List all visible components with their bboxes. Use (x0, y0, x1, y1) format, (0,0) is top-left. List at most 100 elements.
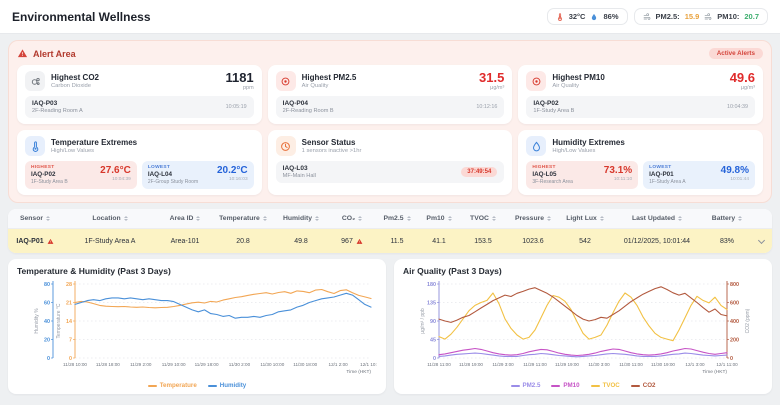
legend-item[interactable]: TVOC (590, 382, 620, 389)
top-header: Environmental Wellness 32°C 86% PM2.5: 1… (0, 0, 780, 34)
sort-icon (196, 216, 201, 221)
sensor-location: 1F-Study Area B (31, 179, 68, 185)
svg-text:12/1 11:00: 12/1 11:00 (716, 362, 738, 367)
row-expand-button[interactable] (750, 236, 772, 244)
legend-marker (147, 384, 157, 387)
column-header-location[interactable]: Location (62, 215, 158, 222)
cell-sensor: IAQ-P01 (16, 237, 44, 245)
header-pm25-label: PM2.5: (655, 12, 680, 21)
sort-icon (262, 216, 267, 221)
svg-text:11/30 10:00: 11/30 10:00 (260, 362, 284, 367)
legend-item[interactable]: Humidity (207, 382, 246, 389)
card-unit: μg/m³ (490, 85, 505, 91)
svg-text:200: 200 (730, 338, 739, 344)
legend-item[interactable]: Temperature (147, 382, 197, 389)
header-status-pills: 32°C 86% PM2.5: 15.9 PM10: 20.7 (546, 8, 768, 25)
sort-icon (447, 216, 452, 221)
svg-text:Humidity %: Humidity % (34, 308, 40, 334)
svg-text:40: 40 (44, 319, 50, 325)
droplet-icon (532, 141, 540, 151)
svg-text:μg/m³ / ppb: μg/m³ / ppb (420, 308, 426, 334)
card-unit: ppm (242, 85, 254, 91)
card-subtitle: Carbon Dioxide (51, 83, 91, 90)
svg-text:0: 0 (47, 356, 50, 362)
cell-humidity: 49.8 (294, 237, 308, 245)
sort-icon (46, 216, 51, 221)
active-alerts-badge: Active Alerts (708, 48, 763, 59)
column-header-light-lux[interactable]: Light Lux (560, 215, 610, 222)
sensor-id: IAQ-P03 (32, 100, 58, 107)
inactive-duration-badge: 37:49:54 (461, 167, 498, 177)
cell-battery: 83% (719, 237, 734, 245)
sensor-id: IAQ-L04 (147, 171, 172, 178)
legend-item[interactable]: CO2 (630, 382, 656, 389)
svg-text:12/1 10:00: 12/1 10:00 (360, 362, 377, 367)
chart-title: Temperature & Humidity (Past 3 Days) (17, 266, 171, 276)
header-humidity: 86% (603, 12, 619, 21)
svg-text:12/1 3:00: 12/1 3:00 (685, 362, 705, 367)
alert-area-title: Alert Area (33, 48, 76, 59)
svg-text:11/30 2:00: 11/30 2:00 (229, 362, 251, 367)
column-header-sensor[interactable]: Sensor (8, 215, 62, 222)
svg-text:135: 135 (427, 301, 436, 307)
wind-icon (643, 12, 650, 20)
inactive-sensor-row: IAQ-L03 MF-Main Hall 37:49:54 (275, 161, 505, 183)
column-header-humidity[interactable]: Humidity (274, 215, 328, 222)
svg-text:11/30 11:00: 11/30 11:00 (619, 362, 643, 367)
svg-text:14: 14 (66, 319, 72, 325)
card-subtitle: 1 sensors inactive >1hr (301, 148, 362, 155)
co2-icon (31, 77, 40, 85)
clock-icon (281, 141, 291, 151)
highest-pm25-card: Highest PM2.5 Air Quality 31.5 μg/m³ IAQ… (267, 65, 513, 124)
card-value: 49.6 (729, 70, 755, 85)
card-value: 31.5 (479, 70, 505, 85)
pm-target-icon (532, 77, 541, 85)
svg-text:11/29 3:00: 11/29 3:00 (492, 362, 514, 367)
column-header-co2[interactable]: CO₂ (328, 215, 376, 222)
svg-text:11/28 18:00: 11/28 18:00 (96, 362, 120, 367)
svg-text:11/29 19:00: 11/29 19:00 (555, 362, 579, 367)
extreme-time: 10:04:39 (112, 177, 131, 182)
column-header-pm25[interactable]: Pm2.5 (376, 215, 418, 222)
sensor-table: Sensor Location Area ID Temperature Humi… (8, 209, 772, 253)
column-header-tvoc[interactable]: TVOC (460, 215, 506, 222)
sort-icon (738, 216, 743, 221)
droplet-icon (592, 13, 597, 20)
cell-pm25: 11.5 (390, 237, 404, 245)
svg-text:7: 7 (69, 338, 72, 344)
legend-item[interactable]: PM10 (551, 382, 580, 389)
legend-label: TVOC (602, 382, 620, 389)
lowest-humidity-box: LOWEST IAQ-P01 1F-Study Area A 49.8% 10:… (643, 161, 755, 189)
extreme-time: 10:16:03 (228, 177, 248, 182)
cell-pm10: 41.1 (432, 237, 446, 245)
cell-light-lux: 542 (579, 237, 591, 245)
svg-text:28: 28 (66, 282, 72, 288)
sensor-location: 2F-Reading Room A (32, 108, 83, 114)
legend-item[interactable]: PM2.5 (510, 382, 540, 389)
column-header-last-updated[interactable]: Last Updated (610, 215, 704, 222)
thermometer-icon (32, 140, 38, 152)
extreme-label: HIGHEST (31, 165, 55, 170)
svg-text:11/30 3:00: 11/30 3:00 (588, 362, 610, 367)
legend-marker (590, 384, 600, 387)
cell-co2: 967 (341, 237, 353, 245)
extreme-label: HIGHEST (532, 165, 556, 170)
column-header-battery[interactable]: Battery (704, 215, 750, 222)
table-row[interactable]: IAQ-P01 1F-Study Area A Area-101 20.8 49… (8, 229, 772, 253)
card-subtitle: High/Low Values (51, 148, 95, 155)
svg-text:11/29 11:00: 11/29 11:00 (523, 362, 547, 367)
sensor-id: IAQ-P02 (533, 100, 559, 107)
cell-last-updated: 01/12/2025, 10:01:44 (623, 237, 691, 245)
column-header-pressure[interactable]: Pressure (506, 215, 560, 222)
extreme-label: LOWEST (147, 165, 171, 170)
sensor-id: IAQ-P02 (31, 171, 56, 178)
legend-marker (207, 384, 217, 387)
column-header-pm10[interactable]: Pm10 (418, 215, 460, 222)
sensor-status-card: Sensor Status 1 sensors inactive >1hr IA… (267, 130, 513, 195)
sensor-location: MF-Main Hall (282, 173, 316, 179)
svg-text:21: 21 (66, 301, 72, 307)
header-pm25-value: 15.9 (684, 12, 700, 21)
card-subtitle: Air Quality (301, 83, 329, 90)
column-header-temperature[interactable]: Temperature (212, 215, 274, 222)
column-header-area-id[interactable]: Area ID (158, 215, 212, 222)
